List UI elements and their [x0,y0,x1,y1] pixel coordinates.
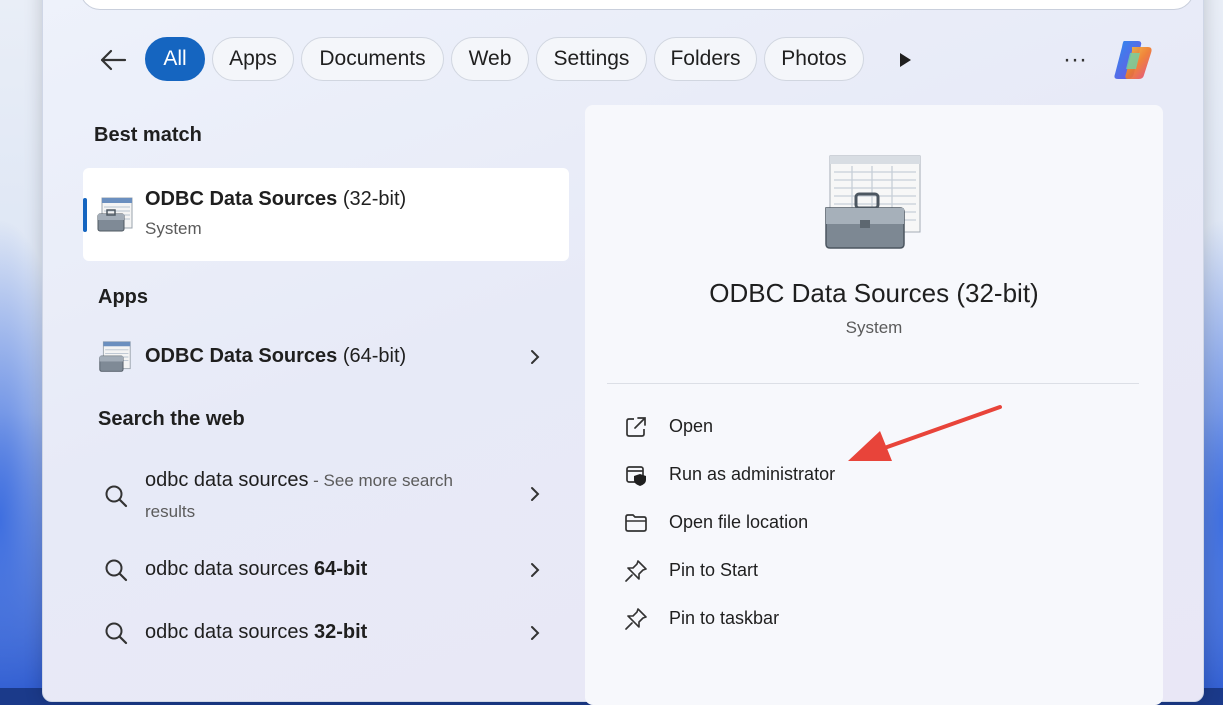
back-button[interactable] [96,44,130,76]
search-icon [105,622,128,645]
detail-title: ODBC Data Sources (32-bit) [709,278,1039,308]
detail-divider [607,383,1139,384]
selection-indicator [83,198,87,232]
back-arrow-icon [100,49,127,71]
app-result-odbc-64[interactable]: ODBC Data Sources (64-bit) [90,334,560,380]
pin-icon [625,560,647,582]
open-external-icon [626,417,646,437]
action-open-file-location[interactable]: Open file location [622,507,1122,539]
shield-icon [626,466,646,486]
best-match-result[interactable] [83,168,569,261]
filter-tab-photos[interactable]: Photos [764,37,864,81]
apps-heading: Apps [98,286,148,308]
filter-tab-documents[interactable]: Documents [301,37,444,81]
app-result-title: ODBC Data Sources (64-bit) [145,345,407,367]
folder-icon [625,514,647,532]
odbc-app-icon [97,197,133,232]
best-match-subtitle: System [145,219,202,238]
web-result-2[interactable]: odbc data sources 64-bit [100,552,560,588]
best-match-title: ODBC Data Sources (32-bit) [145,188,407,210]
action-label: Pin to Start [669,560,759,580]
detail-subtitle: System [845,318,903,337]
chevron-right-icon [531,563,540,577]
filter-tab-all[interactable]: All [145,37,205,81]
best-match-heading: Best match [94,124,202,146]
annotation-arrow-icon [848,405,1002,461]
copilot-icon[interactable] [1110,37,1156,83]
filter-tab-folders[interactable]: Folders [654,37,757,81]
web-result-1[interactable]: odbc data sources - See more search resu… [100,466,560,526]
action-label: Open file location [669,512,809,532]
web-result-query: odbc data sources 32-bit [145,621,368,643]
web-result-query: odbc data sources 64-bit [145,558,368,580]
filter-tab-settings[interactable]: Settings [536,37,647,81]
chevron-right-icon [531,626,540,640]
search-icon [105,559,128,582]
search-input[interactable] [80,0,1194,10]
pin-icon [625,608,647,630]
action-label: Pin to taskbar [669,608,780,628]
web-result-query: odbc data sources - See more search [145,469,453,491]
action-pin-to-taskbar[interactable]: Pin to taskbar [622,603,1122,635]
odbc-large-icon [825,155,921,249]
action-pin-to-start[interactable]: Pin to Start [622,555,1122,587]
more-filters-button[interactable] [893,48,917,72]
more-options-button[interactable]: ··· [1058,46,1092,74]
search-icon [105,485,128,508]
chevron-right-icon [531,350,540,364]
web-result-query-cont: results [145,502,196,521]
web-result-3[interactable]: odbc data sources 32-bit [100,615,560,651]
filter-tab-web[interactable]: Web [451,37,529,81]
search-web-heading: Search the web [98,408,245,430]
filter-tab-apps[interactable]: Apps [212,37,294,81]
play-icon [900,53,911,67]
action-label: Open [669,416,714,436]
odbc-app-icon [99,341,131,372]
chevron-right-icon [531,487,540,501]
action-label: Run as administrator [669,464,836,484]
